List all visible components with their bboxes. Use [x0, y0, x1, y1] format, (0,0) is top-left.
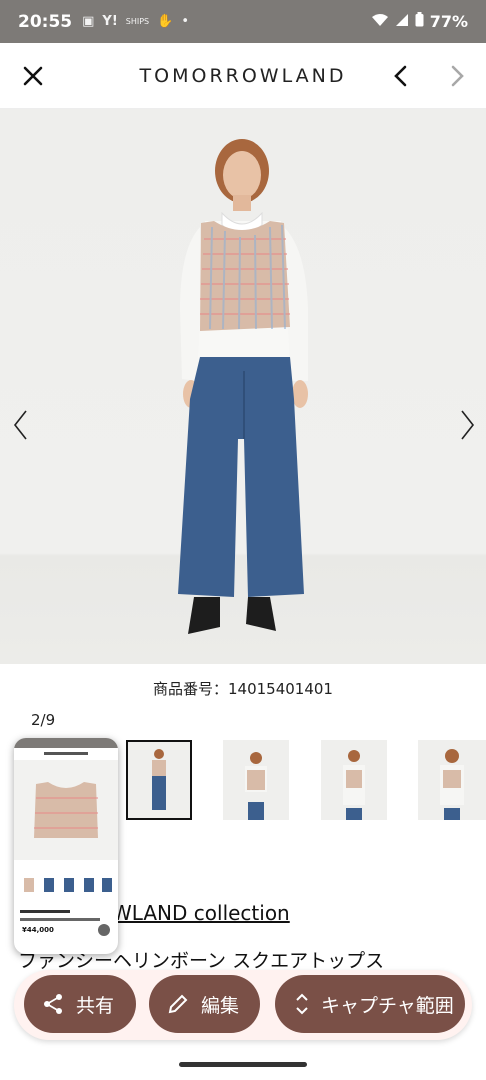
gesture-nav-bar[interactable]: [179, 1062, 307, 1067]
edit-button[interactable]: 編集: [149, 975, 260, 1033]
ships-icon: SHIPS: [125, 17, 150, 26]
wifi-icon: [371, 12, 389, 31]
signal-icon: [395, 12, 409, 31]
pencil-icon: [168, 994, 188, 1014]
thumbnail-7[interactable]: [418, 740, 486, 820]
share-label: 共有: [76, 994, 115, 1017]
thumbnail-2[interactable]: [126, 740, 192, 820]
chevron-right-icon[interactable]: [446, 62, 468, 90]
model-photo: [178, 139, 308, 634]
battery-icon: [415, 12, 424, 31]
yahoo-icon: Y!: [102, 14, 118, 29]
screenshot-preview[interactable]: ¥44,000: [14, 738, 118, 954]
product-number: 商品番号：14015401401: [153, 680, 333, 698]
thumbnail-3[interactable]: [223, 740, 289, 820]
app-header: TOMORROWLAND: [0, 43, 486, 109]
image-prev-icon[interactable]: [12, 409, 30, 441]
capture-range-button[interactable]: キャプチャ範囲: [275, 975, 465, 1033]
edit-label: 編集: [201, 994, 240, 1017]
screenshot-action-bar: 共有 編集 キャプチャ範囲: [14, 970, 472, 1040]
preview-price: ¥44,000: [22, 926, 54, 934]
status-bar: 20:55 ▣ Y! SHIPS ✋ • 77%: [0, 0, 486, 43]
image-page-counter: 2/9: [31, 711, 56, 729]
chevron-left-icon[interactable]: [390, 62, 412, 90]
dot-icon: •: [181, 14, 189, 29]
status-right: 77%: [371, 12, 468, 31]
share-button[interactable]: 共有: [24, 975, 136, 1033]
brand-logo[interactable]: TOMORROWLAND: [0, 65, 486, 87]
thumbnail-4[interactable]: [321, 740, 387, 820]
expand-vertical-icon: [296, 993, 308, 1015]
capture-range-label: キャプチャ範囲: [321, 994, 454, 1017]
image-next-icon[interactable]: [458, 409, 476, 441]
hand-icon: ✋: [157, 14, 174, 29]
share-icon: [44, 994, 62, 1014]
product-image[interactable]: [0, 109, 486, 664]
battery-level: 77%: [429, 12, 468, 31]
status-time: 20:55: [18, 11, 73, 32]
brand-collection-link[interactable]: WLAND collection: [112, 901, 290, 925]
photo-icon: ▣: [82, 14, 95, 29]
